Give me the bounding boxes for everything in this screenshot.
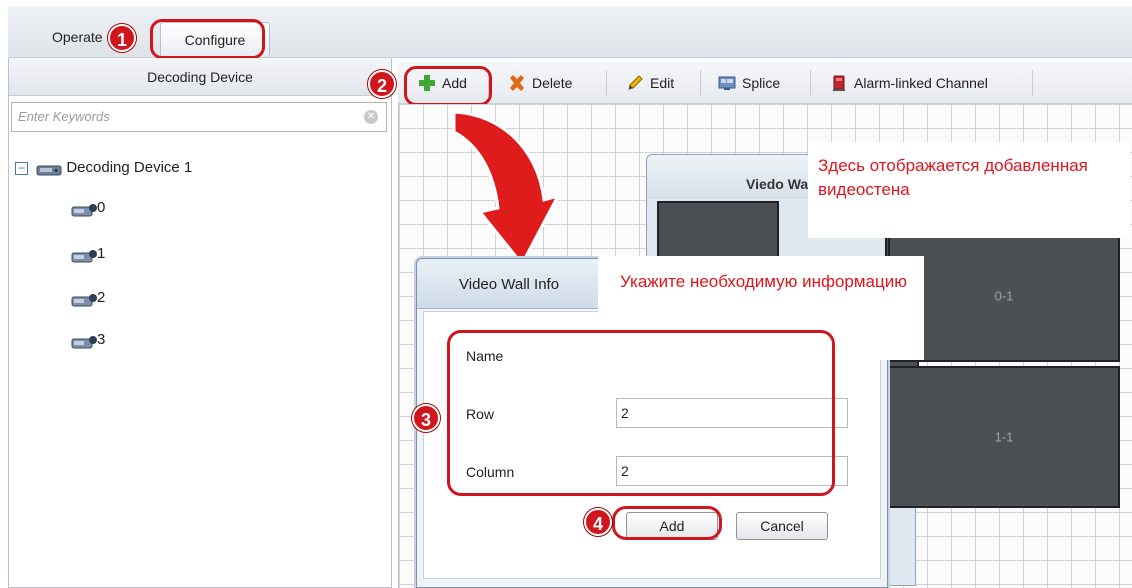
tree-node-label: Decoding Device 1 — [66, 159, 193, 176]
tab-operate[interactable]: Operate — [42, 20, 113, 54]
tree-child-label: 1 — [97, 245, 106, 262]
decoder-device-icon — [36, 160, 62, 176]
splice-button[interactable]: Splice — [716, 70, 780, 96]
toolbar-divider — [1032, 70, 1033, 96]
tree-child-1[interactable]: 1 — [71, 240, 105, 268]
delete-button[interactable]: Delete — [506, 70, 572, 96]
cell-label: 1-1 — [994, 429, 1014, 445]
tree-child-label: 0 — [97, 199, 106, 216]
clear-icon[interactable]: ✕ — [364, 110, 378, 124]
callout-wall-displayed: Здесь отображается добавленная видеостен… — [808, 142, 1130, 238]
search-placeholder: Enter Keywords — [18, 109, 110, 124]
highlight-configure-tab — [150, 19, 265, 59]
splice-monitor-icon — [718, 76, 736, 90]
device-tree-panel: Decoding Device Enter Keywords ✕ − Decod… — [8, 58, 392, 588]
step-badge-4: 4 — [584, 508, 612, 536]
step-badge-2: 2 — [368, 70, 396, 98]
pencil-icon — [628, 75, 643, 90]
delete-label: Delete — [532, 75, 573, 91]
collapse-icon[interactable]: − — [15, 161, 28, 175]
decoder-channel-icon — [71, 290, 97, 307]
alarm-icon — [833, 75, 845, 91]
dialog-cancel-button[interactable]: Cancel — [736, 512, 828, 540]
toolbar-divider — [606, 70, 607, 96]
toolbar: Add Delete Edit Splice Alarm-linked Chan… — [398, 62, 1132, 104]
alarm-linked-channel-button[interactable]: Alarm-linked Channel — [828, 70, 988, 96]
edit-label: Edit — [650, 75, 675, 91]
red-arrow-icon — [452, 110, 561, 267]
splice-label: Splice — [742, 75, 781, 91]
decoder-channel-icon — [71, 246, 97, 263]
step-badge-3: 3 — [412, 404, 440, 432]
tree-child-2[interactable]: 2 — [71, 284, 105, 312]
highlight-form-fields — [447, 330, 835, 496]
wall-cell-1-1[interactable]: 1-1 — [888, 366, 1120, 508]
tree-node-decoding-device[interactable]: − Decoding Device 1 — [15, 154, 192, 182]
decoder-channel-icon — [71, 332, 97, 349]
highlight-dialog-add — [612, 506, 722, 540]
tree-child-0[interactable]: 0 — [71, 194, 105, 222]
tree-child-3[interactable]: 3 — [71, 326, 105, 354]
toolbar-divider — [810, 70, 811, 96]
panel-title: Decoding Device — [9, 58, 391, 96]
alarm-label: Alarm-linked Channel — [854, 75, 988, 91]
delete-x-icon — [510, 75, 524, 91]
cell-label: 0-1 — [994, 288, 1014, 304]
edit-button[interactable]: Edit — [624, 70, 674, 96]
toolbar-divider — [700, 70, 701, 96]
decoder-channel-icon — [71, 200, 97, 217]
tree-child-label: 3 — [97, 331, 106, 348]
step-badge-1: 1 — [108, 24, 136, 52]
highlight-add-button — [404, 66, 492, 106]
tree-child-label: 2 — [97, 289, 106, 306]
search-input[interactable]: Enter Keywords ✕ — [11, 102, 387, 132]
